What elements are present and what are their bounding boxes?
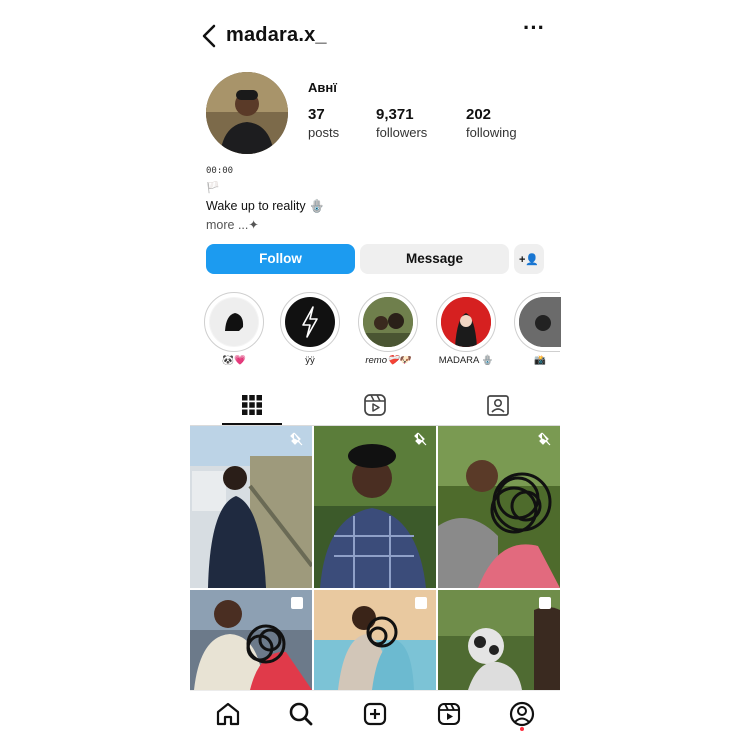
profile-avatar[interactable] — [206, 72, 288, 154]
highlight-5[interactable] — [514, 292, 561, 352]
notification-dot — [520, 727, 524, 731]
highlight-label-2: ÿÿ — [305, 355, 315, 366]
bio-more-link[interactable]: more ...✦ — [206, 217, 259, 232]
bio-line-3: Wake up to reality 🪬 — [206, 199, 325, 213]
highlight-label-5: 📸 — [534, 355, 546, 366]
multi-post-icon — [291, 597, 303, 609]
followers-stat[interactable]: 9,371 followers — [376, 106, 427, 140]
following-stat[interactable]: 202 following — [466, 106, 517, 140]
display-name: Авнї — [308, 80, 337, 95]
following-count: 202 — [466, 106, 492, 123]
profile-nav-icon[interactable] — [507, 699, 537, 729]
multi-post-icon — [415, 597, 427, 609]
tab-tagged[interactable] — [468, 392, 528, 420]
following-label: following — [466, 125, 517, 140]
grid-post-2[interactable] — [314, 426, 436, 588]
instagram-profile-screen: madara.x_ ··· Авнї 37 posts 9,371 follow… — [190, 0, 561, 751]
highlight-label-3: remo❤️‍🩹🐶 — [365, 355, 411, 366]
posts-label: posts — [308, 125, 340, 140]
multi-post-icon — [539, 597, 551, 609]
followers-count: 9,371 — [376, 106, 414, 123]
posts-stat[interactable]: 37 posts — [308, 106, 339, 140]
add-user-icon: +👤 — [518, 254, 540, 266]
highlight-1[interactable] — [204, 292, 264, 352]
follow-button[interactable]: Follow — [206, 244, 355, 274]
grid-post-6[interactable] — [438, 590, 560, 690]
highlight-4[interactable] — [436, 292, 496, 352]
posts-count: 37 — [308, 106, 325, 123]
grid-post-3[interactable] — [438, 426, 560, 588]
bio-line-1: 00:00 — [206, 166, 234, 176]
more-options-icon[interactable]: ··· — [520, 17, 548, 46]
home-icon[interactable] — [213, 699, 243, 729]
message-button[interactable]: Message — [360, 244, 509, 274]
grid-icon — [242, 395, 262, 415]
pinned-icon — [290, 432, 303, 446]
bottom-navigation — [190, 690, 560, 751]
search-icon[interactable] — [286, 699, 316, 729]
tagged-icon — [487, 395, 509, 416]
back-icon[interactable] — [198, 22, 222, 50]
profile-username: madara.x_ — [226, 24, 327, 46]
grid-post-4[interactable] — [190, 590, 312, 690]
tab-posts-grid[interactable] — [222, 392, 282, 420]
followers-label: followers — [376, 125, 428, 140]
tab-reels[interactable] — [345, 392, 405, 420]
pinned-icon — [538, 432, 551, 446]
reels-icon — [364, 394, 386, 416]
grid-post-1[interactable] — [190, 426, 312, 588]
highlight-3[interactable] — [358, 292, 418, 352]
create-post-icon[interactable] — [360, 699, 390, 729]
pinned-icon — [414, 432, 427, 446]
bio-line-2: 🏳️ — [206, 182, 220, 194]
highlight-label-1: 🐼💗 — [222, 355, 246, 366]
reels-nav-icon[interactable] — [434, 699, 464, 729]
highlight-2[interactable] — [280, 292, 340, 352]
grid-post-5[interactable] — [314, 590, 436, 690]
add-user-button[interactable]: +👤 — [514, 244, 544, 274]
highlight-label-4: MADARA 🪬 — [438, 355, 494, 366]
